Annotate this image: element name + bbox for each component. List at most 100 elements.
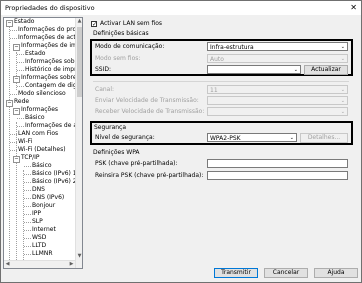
tree-connector bbox=[10, 134, 17, 135]
tree-connector bbox=[24, 190, 31, 191]
scroll-right-icon[interactable]: ▶ bbox=[68, 261, 75, 268]
tree-horizontal-scrollbar[interactable]: ◀ ▶ bbox=[4, 260, 75, 268]
collapse-rede-icon[interactable]: − bbox=[6, 100, 13, 107]
tree-connector bbox=[17, 62, 24, 63]
tree-connector bbox=[10, 94, 17, 95]
seguranca-heading: Segurança bbox=[94, 124, 127, 131]
ssid-select[interactable]: ⌄ bbox=[207, 65, 301, 74]
transmitir-button[interactable]: Transmitir bbox=[214, 268, 258, 278]
tree-connector bbox=[24, 254, 31, 255]
nivel-seguranca-select[interactable]: WPA2-PSK ⌄ bbox=[207, 133, 297, 142]
tree-item-basico-ipv6-1[interactable]: Básico (IPv6) 1 bbox=[32, 170, 77, 178]
tree-connector bbox=[17, 118, 24, 119]
activar-lan-label: Activar LAN sem fios bbox=[100, 20, 163, 27]
canal-select[interactable]: 11 ⌄ bbox=[207, 85, 348, 94]
actualizar-button[interactable]: Actualizar bbox=[304, 65, 348, 75]
tree-item-rede[interactable]: Rede bbox=[14, 98, 29, 106]
cancelar-button[interactable]: Cancelar bbox=[264, 268, 308, 278]
ajuda-button[interactable]: Ajuda bbox=[314, 268, 358, 278]
tree-connector bbox=[23, 170, 24, 264]
scroll-up-icon[interactable]: ▲ bbox=[76, 18, 82, 25]
nivel-seguranca-label: Nível de segurança: bbox=[95, 134, 155, 141]
chevron-down-icon: ⌄ bbox=[289, 135, 294, 141]
tree-item-info-produto[interactable]: Informações do prod bbox=[18, 26, 80, 34]
tree-item-basico[interactable]: Básico bbox=[25, 114, 45, 122]
tree-connector bbox=[16, 122, 17, 262]
tree-connector bbox=[17, 54, 24, 55]
reinsira-psk-input[interactable] bbox=[207, 171, 348, 180]
definicoes-basicas-heading: Definições básicas bbox=[93, 30, 149, 37]
activar-lan-checkbox[interactable]: ✓ bbox=[91, 21, 97, 28]
tree-item-basico-ipv6-2[interactable]: Básico (IPv6) 2 bbox=[32, 178, 77, 186]
tree-connector bbox=[24, 214, 31, 215]
chevron-down-icon: ⌄ bbox=[340, 109, 345, 115]
tree-item-lltd[interactable]: LLTD bbox=[32, 242, 46, 250]
tree-connector bbox=[24, 182, 31, 183]
tree-item-lan-fios[interactable]: LAN com Fios bbox=[18, 130, 58, 138]
window-title: Propriedades do dispositivo bbox=[5, 4, 95, 12]
tree-item-internet[interactable]: Internet bbox=[32, 226, 56, 234]
tree-connector bbox=[24, 166, 31, 167]
tree-connector bbox=[16, 52, 17, 90]
tree-item-llmnr[interactable]: LLMNR bbox=[32, 250, 53, 258]
tree-item-dns-ipv6[interactable]: DNS (IPv6) bbox=[32, 194, 64, 202]
tree-connector bbox=[24, 230, 31, 231]
chevron-down-icon: ⌄ bbox=[340, 56, 345, 62]
tree-item-estado-impressao[interactable]: Estado bbox=[25, 50, 45, 58]
device-properties-window: Propriedades do dispositivo ✕ − Estado I… bbox=[0, 0, 362, 283]
tree-connector bbox=[10, 142, 17, 143]
collapse-informacoes-icon[interactable]: − bbox=[13, 108, 20, 115]
tree-item-ipp[interactable]: IPP bbox=[32, 210, 41, 218]
tree-item-info-sobr[interactable]: Informações sobr bbox=[25, 58, 77, 66]
tree-item-wsd[interactable]: WSD bbox=[32, 234, 46, 242]
detalhes-button[interactable]: Detalhes... bbox=[300, 133, 348, 143]
tree-connector bbox=[24, 238, 31, 239]
tree-item-estado[interactable]: Estado bbox=[14, 18, 34, 26]
tree-connector bbox=[10, 38, 17, 39]
nivel-seguranca-value: WPA2-PSK bbox=[210, 135, 241, 142]
tree-item-contagem[interactable]: Contagem de dig bbox=[25, 82, 77, 90]
enviar-velocidade-label: Enviar Velocidade de Transmissão: bbox=[95, 97, 199, 104]
tree-vertical-scrollbar[interactable]: ▲ ▼ bbox=[75, 18, 82, 268]
tree-item-informacoes[interactable]: Informações bbox=[21, 106, 58, 114]
psk-label: PSK (chave pré-partilhada): bbox=[95, 160, 178, 167]
reinsira-psk-label: Reinsira PSK (chave pré-partilhada): bbox=[95, 172, 204, 179]
chevron-down-icon: ⌄ bbox=[293, 67, 298, 73]
tree-item-info-impressao[interactable]: Informações de impr bbox=[21, 42, 82, 50]
tree-item-modo-silencioso[interactable]: Modo silencioso bbox=[18, 90, 66, 98]
tree-item-bonjour[interactable]: Bonjour bbox=[32, 202, 55, 210]
psk-input[interactable] bbox=[207, 159, 348, 168]
collapse-info-sobre-icon[interactable]: − bbox=[13, 76, 20, 83]
tree-connector bbox=[24, 174, 31, 175]
modo-sem-fios-value: Auto bbox=[210, 56, 224, 63]
definicoes-wpa-heading: Definições WPA bbox=[93, 149, 140, 156]
chevron-down-icon: ⌄ bbox=[340, 98, 345, 104]
tree-item-historico[interactable]: Histórico de impr bbox=[25, 66, 77, 74]
modo-sem-fios-select[interactable]: Auto ⌄ bbox=[207, 54, 348, 63]
modo-sem-fios-label: Modo sem fios: bbox=[95, 55, 141, 62]
tree-item-wifi-detalhes[interactable]: Wi-Fi (Detalhes) bbox=[18, 146, 66, 154]
scroll-left-icon[interactable]: ◀ bbox=[4, 261, 11, 268]
enviar-velocidade-select[interactable]: ⌄ bbox=[207, 96, 348, 105]
settings-tree: − Estado Informações do prod Informações… bbox=[3, 17, 83, 269]
chevron-down-icon: ⌄ bbox=[340, 87, 345, 93]
modo-comunicacao-select[interactable]: Infra-estrutura ⌄ bbox=[207, 42, 348, 51]
tree-item-slp[interactable]: SLP bbox=[32, 218, 43, 226]
receber-velocidade-select[interactable]: ⌄ bbox=[207, 107, 348, 116]
tree-item-info-activacao[interactable]: Informações de activ bbox=[18, 34, 81, 42]
tree-item-tcpip[interactable]: TCP/IP bbox=[21, 154, 40, 162]
tree-item-wifi[interactable]: Wi-Fi bbox=[18, 138, 32, 146]
collapse-info-impr-icon[interactable]: − bbox=[13, 44, 20, 51]
collapse-estado-icon[interactable]: − bbox=[6, 20, 13, 27]
scroll-thumb[interactable] bbox=[77, 27, 82, 97]
tree-item-tcpip-basico[interactable]: Básico bbox=[32, 162, 52, 170]
collapse-tcpip-icon[interactable]: − bbox=[13, 156, 20, 163]
scroll-down-icon[interactable]: ▼ bbox=[76, 253, 82, 260]
tree-connector bbox=[24, 246, 31, 247]
tree-item-dns[interactable]: DNS bbox=[32, 186, 45, 194]
close-icon[interactable]: ✕ bbox=[350, 3, 357, 12]
receber-velocidade-label: Receber Velocidade de Transmissão: bbox=[95, 108, 205, 115]
tree-item-info-sobre[interactable]: Informações sobre o bbox=[21, 74, 82, 82]
tree-item-info-a[interactable]: Informações de a bbox=[25, 122, 77, 130]
canal-label: Canal: bbox=[95, 86, 115, 93]
